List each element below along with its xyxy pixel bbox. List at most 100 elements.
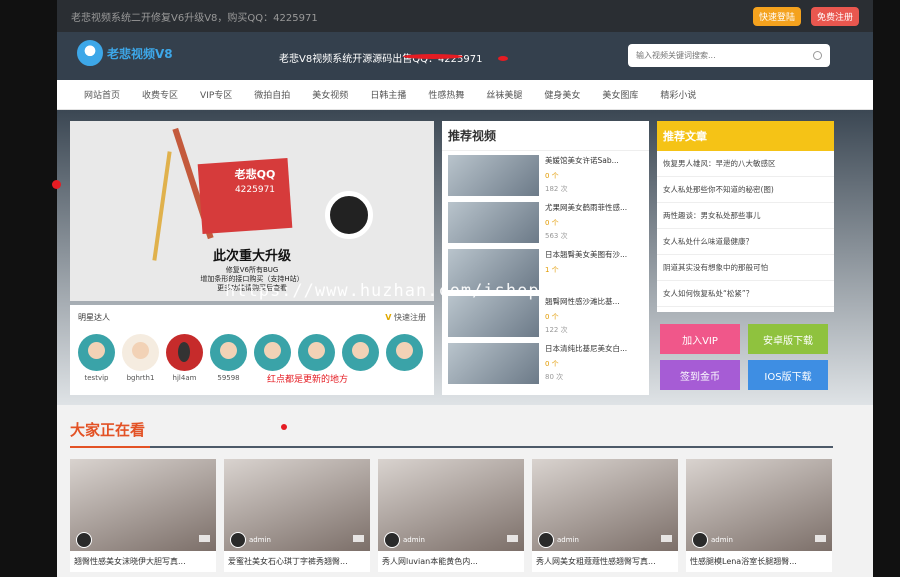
video-card[interactable]: admin 爱蜜社美女石心琪丁字裤秀翘臀...	[224, 459, 370, 572]
search-input[interactable]	[636, 51, 796, 60]
star-username: bghrth1	[126, 374, 155, 382]
coin-count: 0 个	[545, 313, 559, 321]
video-card[interactable]: admin 秀人网美女粗蔻蔻性感翘臀写真...	[532, 459, 678, 572]
video-item[interactable]: 尤果网美女鹤雨菲性感... 0 个 563 次	[442, 198, 649, 245]
nav-item-legs[interactable]: 丝袜美腿	[486, 88, 522, 101]
banner-qq: 4225971	[234, 185, 276, 195]
banner-title: 老悲QQ	[234, 168, 276, 181]
uploader-name: admin	[557, 536, 579, 544]
avatar	[166, 334, 203, 371]
video-card-title[interactable]: 爱蜜社美女石心琪丁字裤秀翘臀...	[224, 551, 370, 572]
avatar	[538, 532, 554, 548]
video-item[interactable]: 日本清纯比基尼美女白... 0 个 80 次	[442, 339, 649, 386]
article-link[interactable]: 女人如何恢复私处“松紧”？	[657, 281, 834, 307]
video-card-title[interactable]: 性感腿模Lena浴室长腿翘臀...	[686, 551, 832, 572]
article-link[interactable]: 女人私处什么味道最健康？	[657, 229, 834, 255]
video-card[interactable]: admin 性感腿模Lena浴室长腿翘臀...	[686, 459, 832, 572]
video-cover[interactable]: admin	[224, 459, 370, 551]
avatar	[384, 532, 400, 548]
banner-line: 修复V6所有BUG	[225, 266, 279, 274]
nav-item-paid[interactable]: 收费专区	[142, 88, 178, 101]
video-camera-icon	[199, 535, 210, 542]
star-username: 59598	[217, 374, 240, 382]
video-item[interactable]: 美媛馆美女许诺Sab... 0 个 182 次	[442, 151, 649, 198]
star-user[interactable]: testvip	[78, 334, 115, 382]
video-cover[interactable]: admin	[378, 459, 524, 551]
video-title[interactable]: 日本清纯比基尼美女白...	[545, 343, 643, 354]
video-cover[interactable]: admin	[686, 459, 832, 551]
ios-download-button[interactable]: IOS版下载	[748, 360, 828, 390]
recommended-title: 推荐视频	[442, 121, 649, 151]
coin-count: 0 个	[545, 172, 559, 180]
video-thumbnail[interactable]	[448, 155, 539, 196]
article-link[interactable]: 两性趣谈：男女私处那些事儿	[657, 203, 834, 229]
video-card[interactable]: admin 秀人网luvian本能黄色内...	[378, 459, 524, 572]
watermark-url: https://www.huzhan.com/ishop9031	[225, 281, 585, 301]
star-user[interactable]: bghrth1	[122, 334, 159, 382]
nav-item-selfie[interactable]: 微拍自拍	[254, 88, 290, 101]
view-count: 182 次	[545, 185, 568, 193]
top-bar: 老悲视频系统二开修复V6升级V8，购买QQ：4225971 快速登陆 免费注册	[57, 0, 873, 32]
video-title[interactable]: 日本翘臀美女美图有沙...	[545, 249, 643, 260]
video-camera-icon	[661, 535, 672, 542]
video-card-title[interactable]: 翘臀性感美女沫晓伊大胆写真...	[70, 551, 216, 572]
video-camera-icon	[507, 535, 518, 542]
search-icon[interactable]	[813, 51, 822, 60]
video-thumbnail[interactable]	[448, 202, 539, 243]
avatar	[230, 532, 246, 548]
android-download-button[interactable]: 安卓版下载	[748, 324, 828, 354]
v-icon: V	[385, 313, 392, 322]
star-user[interactable]	[386, 334, 423, 382]
avatar	[692, 532, 708, 548]
avatar	[342, 334, 379, 371]
stars-panel: 明星达人 V 快速注册 testvip bghrth1 hjl4am 59598	[70, 305, 434, 395]
site-logo[interactable]: 老悲视频V8	[77, 40, 173, 66]
sign-in-coins-button[interactable]: 签到金币	[660, 360, 740, 390]
update-note: 红点都是更新的地方	[267, 375, 349, 385]
promo-banner[interactable]: 老悲QQ 4225971 此次重大升级 修复V6所有BUG 增加条形的接口购买（…	[70, 121, 434, 301]
join-vip-button[interactable]: 加入VIP	[660, 324, 740, 354]
avatar	[386, 334, 423, 371]
video-card-title[interactable]: 秀人网luvian本能黄色内...	[378, 551, 524, 572]
nav-item-hosts[interactable]: 日韩主播	[370, 88, 406, 101]
avatar	[76, 532, 92, 548]
article-link[interactable]: 阴道其实没有想象中的那般可怕	[657, 255, 834, 281]
video-cover[interactable]	[70, 459, 216, 551]
coffee-cup-graphic	[325, 191, 373, 239]
view-count: 563 次	[545, 232, 568, 240]
nav-item-gallery[interactable]: 美女图库	[602, 88, 638, 101]
nav-item-fitness[interactable]: 健身美女	[544, 88, 580, 101]
nav-item-novels[interactable]: 精彩小说	[660, 88, 696, 101]
nav-item-videos[interactable]: 美女视频	[312, 88, 348, 101]
logo-text: 老悲视频V8	[107, 46, 173, 61]
register-button[interactable]: 免费注册	[810, 6, 859, 26]
coin-count: 0 个	[545, 219, 559, 227]
video-cover[interactable]: admin	[532, 459, 678, 551]
quick-register-label: 快速注册	[394, 313, 426, 322]
view-count: 80 次	[545, 373, 564, 381]
banner-headline: 此次重大升级	[212, 249, 291, 264]
quick-login-button[interactable]: 快速登陆	[752, 6, 801, 26]
article-link[interactable]: 女人私处那些你不知道的秘密(图)	[657, 177, 834, 203]
avatar	[78, 334, 115, 371]
nav-item-vip[interactable]: VIP专区	[200, 88, 232, 101]
watching-title: 大家正在看	[70, 421, 146, 439]
video-card-title[interactable]: 秀人网美女粗蔻蔻性感翘臀写真...	[532, 551, 678, 572]
video-thumbnail[interactable]	[448, 296, 539, 337]
video-title[interactable]: 美媛馆美女许诺Sab...	[545, 155, 643, 166]
main-content: 老悲QQ 4225971 此次重大升级 修复V6所有BUG 增加条形的接口购买（…	[57, 110, 873, 405]
article-link[interactable]: 恢复男人雄风：早泄的八大敏感区	[657, 151, 834, 177]
video-card[interactable]: 翘臀性感美女沫晓伊大胆写真...	[70, 459, 216, 572]
video-thumbnail[interactable]	[448, 343, 539, 384]
nav-item-dance[interactable]: 性感热舞	[428, 88, 464, 101]
quick-register-link[interactable]: V 快速注册	[385, 312, 426, 323]
star-user[interactable]: 59598	[210, 334, 247, 382]
nav-item-home[interactable]: 网站首页	[84, 88, 120, 101]
search-box	[628, 44, 830, 67]
avatar	[122, 334, 159, 371]
video-title[interactable]: 尤果网美女鹤雨菲性感...	[545, 202, 643, 213]
uploader-name: admin	[403, 536, 425, 544]
recommended-articles: 推荐文章 恢复男人雄风：早泄的八大敏感区 女人私处那些你不知道的秘密(图) 两性…	[657, 121, 834, 312]
coin-count: 0 个	[545, 360, 559, 368]
star-user[interactable]: hjl4am	[166, 334, 203, 382]
